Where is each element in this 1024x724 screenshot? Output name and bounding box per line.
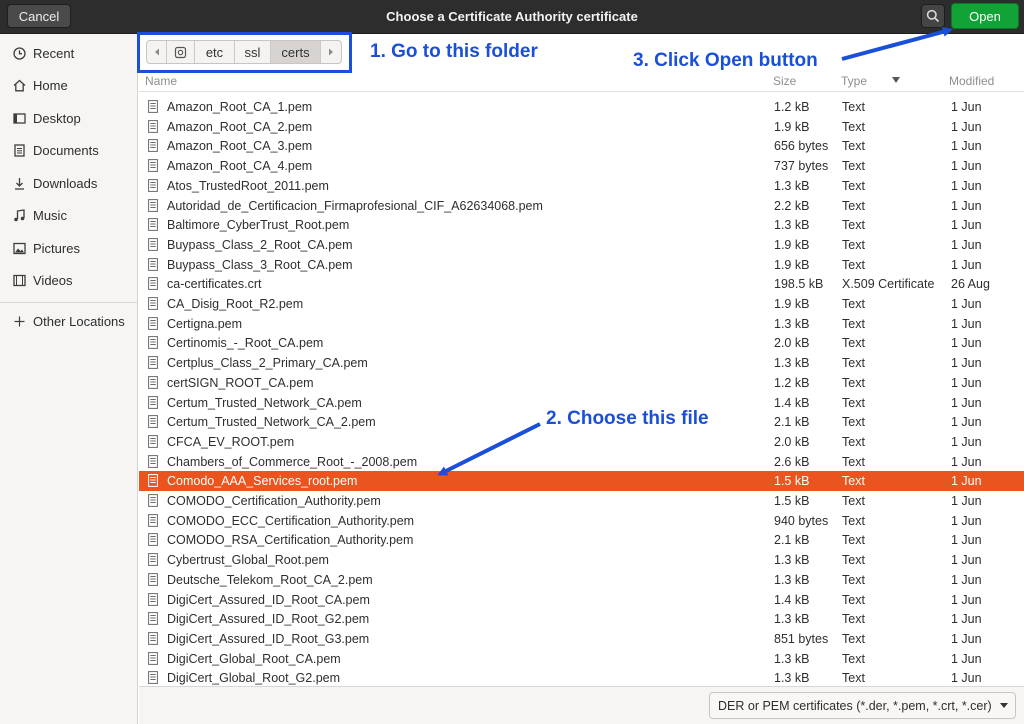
arrow-to-selected-file bbox=[437, 422, 541, 476]
arrow-to-open-button bbox=[841, 26, 953, 61]
annotation-arrows bbox=[437, 26, 953, 476]
